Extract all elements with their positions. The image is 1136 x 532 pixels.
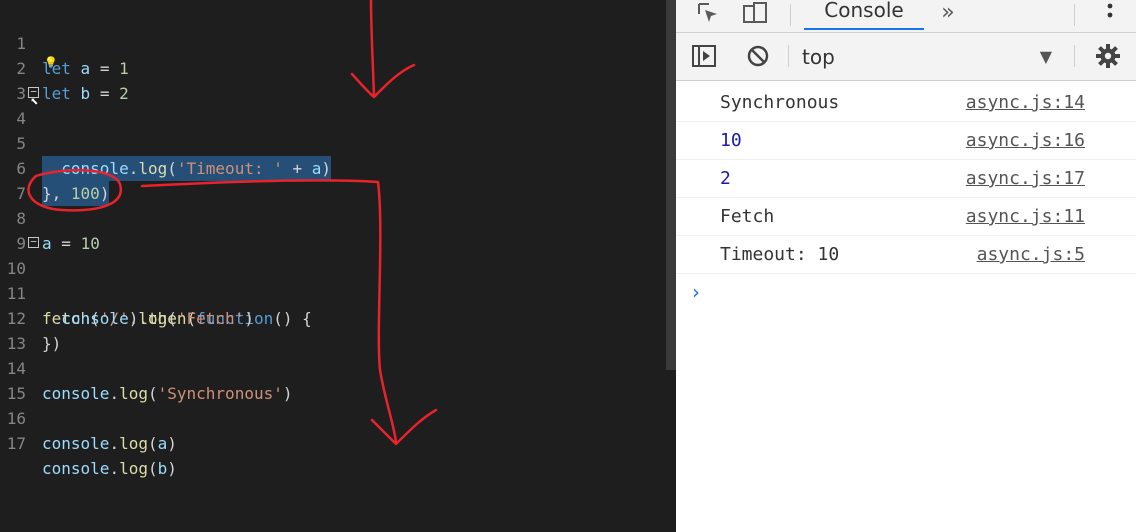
code-line[interactable]: 13 bbox=[0, 306, 39, 353]
code-text: console.log('Fetch') bbox=[61, 309, 254, 328]
console-source-link[interactable]: async.js:14 bbox=[966, 84, 1085, 121]
toolbar-divider bbox=[788, 45, 789, 67]
code-text: console.log(b) bbox=[42, 459, 177, 478]
code-line[interactable]: 14 console.log('Synchronous') bbox=[0, 331, 293, 403]
console-source-link[interactable]: async.js:11 bbox=[966, 198, 1085, 235]
gear-icon[interactable] bbox=[1094, 43, 1122, 69]
code-editor[interactable]: 1 let a = 1 2 let b = 2 3 💡 4 − setTimeo… bbox=[0, 0, 676, 532]
code-text: a = 10 bbox=[42, 234, 100, 253]
clear-console-icon[interactable] bbox=[744, 43, 772, 69]
fold-toggle-icon[interactable]: − bbox=[28, 236, 39, 248]
code-line[interactable]: 10 − fetch('/').then(function() { bbox=[0, 231, 312, 328]
code-text: console.log(a) bbox=[42, 434, 177, 453]
code-line[interactable]: 7 bbox=[0, 156, 39, 203]
code-line[interactable]: 1 let a = 1 bbox=[0, 6, 128, 78]
code-line[interactable]: 17 console.log(b) bbox=[0, 406, 177, 478]
console-message: Fetch async.js:11 bbox=[676, 198, 1136, 236]
console-message-text: 10 bbox=[720, 130, 742, 151]
editor-scrollbar[interactable] bbox=[666, 0, 676, 370]
console-output: Synchronous async.js:14 10 async.js:16 2… bbox=[676, 84, 1136, 314]
annotation-arrowhead bbox=[350, 63, 416, 99]
code-line[interactable]: 12 }) bbox=[0, 281, 62, 353]
toolbar-divider bbox=[1074, 45, 1075, 67]
code-text: let b = 2 bbox=[42, 84, 129, 103]
console-message: Synchronous async.js:14 bbox=[676, 84, 1136, 122]
code-line[interactable]: 11 console.log('Fetch') bbox=[0, 256, 254, 328]
console-source-link[interactable]: async.js:5 bbox=[977, 236, 1085, 273]
context-selector-value: top bbox=[802, 45, 835, 69]
code-line[interactable]: 15 bbox=[0, 356, 39, 403]
code-text: console.log('Synchronous') bbox=[42, 384, 293, 403]
devtools-toolbar: Console » bbox=[676, 0, 1136, 33]
code-line[interactable]: 5 console.log('Timeout: ' + a) bbox=[0, 106, 332, 181]
more-tabs-button[interactable]: » bbox=[936, 0, 960, 26]
console-source-link[interactable]: async.js:17 bbox=[966, 160, 1085, 197]
code-line[interactable]: 16 console.log(a) bbox=[0, 381, 177, 453]
console-message: Timeout: 10 async.js:5 bbox=[676, 236, 1136, 274]
console-message-text: Synchronous bbox=[720, 92, 840, 113]
lightbulb-icon[interactable]: 💡 bbox=[44, 56, 58, 69]
tab-console-label: Console bbox=[824, 0, 904, 22]
annotation-arrowhead-bottom bbox=[370, 408, 438, 446]
toolbar-divider bbox=[1074, 4, 1075, 26]
code-line[interactable]: 8 a = 10 bbox=[0, 181, 99, 253]
console-prompt[interactable]: › bbox=[676, 274, 1136, 314]
inspect-element-icon[interactable] bbox=[694, 0, 722, 26]
console-message-text: Timeout: 10 bbox=[720, 244, 840, 265]
code-line[interactable]: 3 bbox=[0, 56, 39, 103]
tab-console[interactable]: Console bbox=[804, 0, 924, 30]
annotation-down-arrow bbox=[369, 0, 376, 98]
console-message-text: Fetch bbox=[720, 206, 775, 227]
code-line[interactable]: 6 }, 100) bbox=[0, 131, 110, 206]
console-message: 2 async.js:17 bbox=[676, 160, 1136, 198]
console-filter-bar: top ▼ bbox=[676, 33, 1136, 81]
context-selector[interactable]: top ▼ bbox=[802, 43, 1052, 71]
devtools-panel: Console » top ▼ Synchronous async.js:14 … bbox=[676, 0, 1136, 532]
console-message-text: 2 bbox=[720, 168, 731, 189]
dropdown-arrow-icon: ▼ bbox=[1039, 47, 1052, 66]
code-line[interactable]: 2 let b = 2 bbox=[0, 31, 128, 103]
code-line[interactable]: 9 bbox=[0, 206, 39, 253]
toolbar-divider bbox=[790, 4, 791, 26]
line-number: 17 bbox=[6, 434, 26, 453]
code-text: console.log('Timeout: ' + a) bbox=[42, 156, 332, 181]
console-source-link[interactable]: async.js:16 bbox=[966, 122, 1085, 159]
chevron-right-icon: › bbox=[692, 280, 700, 304]
kebab-menu-icon[interactable] bbox=[1100, 0, 1120, 26]
code-text: }, 100) bbox=[42, 181, 110, 206]
console-message: 10 async.js:16 bbox=[676, 122, 1136, 160]
code-text: }) bbox=[42, 334, 62, 353]
device-toolbar-icon[interactable] bbox=[740, 0, 770, 26]
show-sidebar-icon[interactable] bbox=[690, 43, 718, 69]
